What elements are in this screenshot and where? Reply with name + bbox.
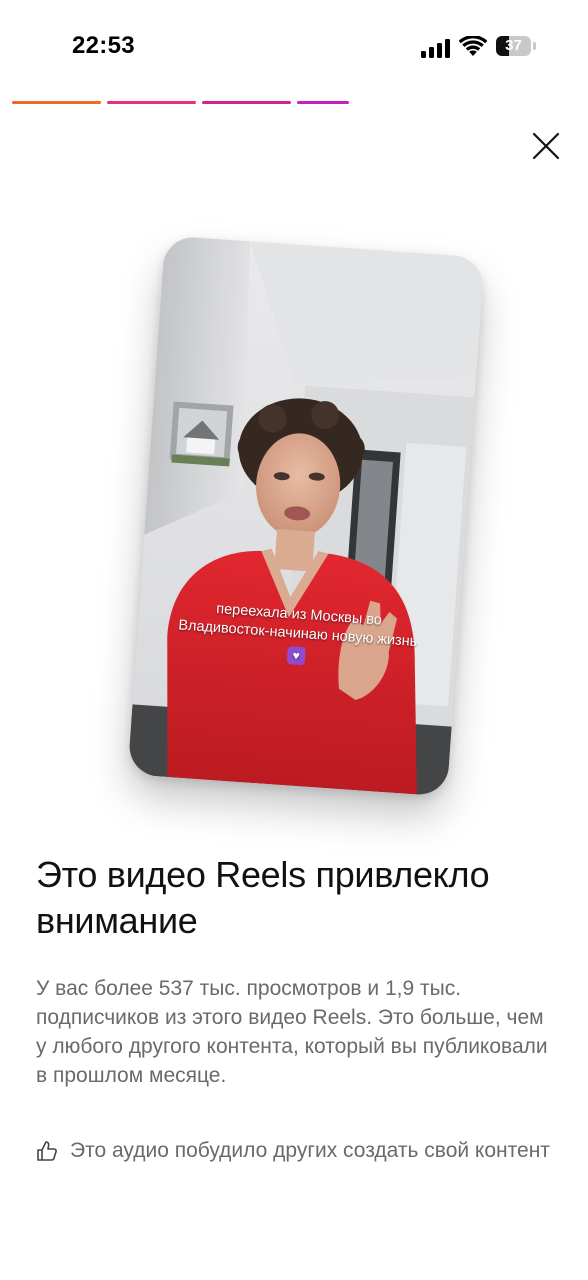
status-time: 22:53 xyxy=(72,32,135,59)
thumbs-up-icon xyxy=(37,1141,57,1161)
story-progress-segment xyxy=(107,101,196,104)
status-bar: 22:53 37 xyxy=(0,0,588,92)
wifi-icon xyxy=(459,36,487,56)
reel-thumbnail-image xyxy=(127,235,485,797)
reel-preview-card[interactable]: переехала из Москвы во Владивосток-начин… xyxy=(127,235,485,797)
story-progress-segment xyxy=(12,101,101,104)
purple-heart-emoji: ♥ xyxy=(286,646,306,666)
battery-level: 37 xyxy=(505,37,522,54)
audio-insight-text: Это аудио побудило других создать свой к… xyxy=(70,1139,550,1162)
headline: Это видео Reels привлекло внимание xyxy=(36,854,490,941)
description-text: У вас более 537 тыс. просмотров и 1,9 ты… xyxy=(36,977,548,1087)
story-progress-bar xyxy=(12,101,352,105)
close-button[interactable] xyxy=(530,130,562,162)
close-icon xyxy=(532,132,560,160)
story-progress-segment xyxy=(202,101,291,104)
cellular-signal-icon xyxy=(421,39,450,58)
story-progress-segment xyxy=(297,101,349,104)
battery-icon: 37 xyxy=(496,36,538,58)
